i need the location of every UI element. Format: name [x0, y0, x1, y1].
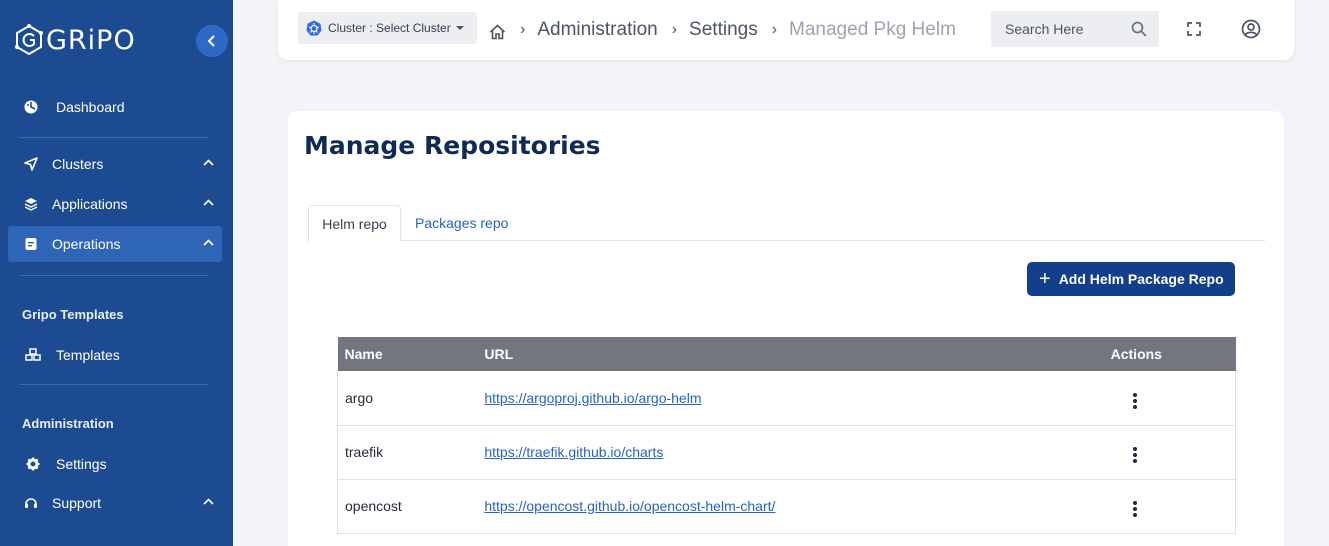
sidebar-item-templates[interactable]: Templates: [8, 337, 222, 373]
table-row: traefik https://traefik.github.io/charts: [337, 425, 1236, 480]
fullscreen-icon: [1187, 22, 1201, 36]
sidebar-item-label: Support: [52, 495, 102, 511]
sidebar-item-operations[interactable]: Operations: [8, 226, 222, 262]
headset-icon: [22, 494, 40, 512]
sidebar-section-title: Gripo Templates: [22, 307, 124, 322]
chevron-up-icon: [203, 498, 214, 505]
send-icon: [22, 155, 40, 173]
add-helm-package-repo-button[interactable]: + Add Helm Package Repo: [1027, 262, 1235, 296]
sidebar-item-clusters[interactable]: Clusters: [8, 146, 222, 182]
cluster-select-dropdown[interactable]: Cluster : Select Cluster: [298, 12, 477, 44]
search-icon[interactable]: [1131, 21, 1147, 37]
repo-name: argo: [337, 371, 478, 426]
kubernetes-icon: [306, 20, 322, 36]
table-row: argo https://argoproj.github.io/argo-hel…: [337, 371, 1236, 426]
sidebar-section-title: Administration: [22, 416, 114, 431]
repositories-table: Name URL Actions argo https://argoproj.g…: [337, 337, 1236, 534]
sidebar-divider: [19, 137, 208, 138]
repo-name: traefik: [337, 425, 478, 480]
breadcrumb-separator-icon: ›: [520, 21, 526, 38]
sidebar-divider: [19, 275, 208, 276]
chevron-left-icon: [207, 35, 215, 47]
plus-icon: +: [1039, 268, 1051, 290]
search-box: [991, 11, 1159, 47]
brand-logo[interactable]: GRiPO: [14, 24, 136, 56]
sidebar-item-label: Operations: [52, 236, 121, 252]
document-icon: [22, 235, 40, 253]
logo-icon: [15, 24, 43, 56]
sidebar-item-label: Settings: [56, 456, 107, 472]
table-header-row: Name URL Actions: [337, 337, 1236, 371]
sidebar-item-label: Templates: [56, 347, 120, 363]
sidebar-item-label: Applications: [52, 196, 128, 212]
column-header-name: Name: [337, 337, 478, 371]
sidebar-collapse-button[interactable]: [196, 25, 228, 57]
home-icon[interactable]: [489, 23, 506, 40]
chevron-up-icon: [203, 199, 214, 206]
row-actions-menu-icon[interactable]: [1128, 390, 1142, 412]
user-profile-button[interactable]: [1240, 18, 1262, 40]
sidebar-item-applications[interactable]: Applications: [8, 186, 222, 222]
cubes-icon: [24, 346, 42, 364]
tab-helm-repo[interactable]: Helm repo: [308, 205, 401, 242]
caret-down-icon: [455, 26, 464, 30]
row-actions-menu-icon[interactable]: [1128, 444, 1142, 466]
breadcrumb-settings[interactable]: Settings: [689, 19, 758, 41]
brand-name: GRiPO: [46, 24, 136, 56]
user-circle-icon: [1241, 19, 1261, 39]
breadcrumb-current: Managed Pkg Helm: [789, 19, 956, 40]
sidebar-item-label: Clusters: [52, 156, 104, 172]
fullscreen-button[interactable]: [1183, 18, 1205, 40]
sidebar-item-settings[interactable]: Settings: [8, 446, 222, 482]
table-row: opencost https://opencost.github.io/open…: [337, 479, 1236, 534]
sidebar-item-dashboard[interactable]: Dashboard: [8, 89, 222, 125]
sidebar-item-label: Dashboard: [56, 99, 125, 115]
column-header-actions: Actions: [1103, 337, 1236, 371]
breadcrumb: › Administration › Settings › Managed Pk…: [489, 16, 956, 44]
repo-tabs: Helm repo Packages repo: [308, 205, 1265, 242]
repo-name: opencost: [337, 479, 478, 534]
breadcrumb-separator-icon: ›: [671, 21, 678, 38]
add-button-label: Add Helm Package Repo: [1058, 271, 1224, 287]
breadcrumb-separator-icon: ›: [771, 21, 778, 38]
breadcrumb-administration[interactable]: Administration: [537, 19, 657, 41]
repo-url-link[interactable]: https://argoproj.github.io/argo-helm: [484, 390, 701, 406]
sidebar: GRiPO Dashboard Clusters Applications Op…: [0, 0, 233, 546]
dashboard-icon: [22, 98, 40, 116]
gear-icon: [24, 455, 42, 473]
repo-url-link[interactable]: https://traefik.github.io/charts: [484, 444, 663, 460]
chevron-up-icon: [203, 239, 214, 246]
chevron-up-icon: [203, 159, 214, 166]
sidebar-divider: [19, 384, 208, 385]
row-actions-menu-icon[interactable]: [1128, 498, 1142, 520]
top-header: Cluster : Select Cluster › Administratio…: [278, 0, 1294, 60]
tab-packages-repo[interactable]: Packages repo: [415, 205, 508, 241]
layers-icon: [22, 195, 40, 213]
cluster-select-value: Cluster : Select Cluster: [328, 21, 451, 35]
search-input[interactable]: [1005, 21, 1123, 37]
column-header-url: URL: [477, 337, 1104, 371]
page-title: Manage Repositories: [304, 131, 601, 160]
manage-repositories-card: Manage Repositories Helm repo Packages r…: [288, 111, 1284, 546]
sidebar-item-support[interactable]: Support: [8, 485, 222, 521]
repo-url-link[interactable]: https://opencost.github.io/opencost-helm…: [484, 498, 775, 514]
